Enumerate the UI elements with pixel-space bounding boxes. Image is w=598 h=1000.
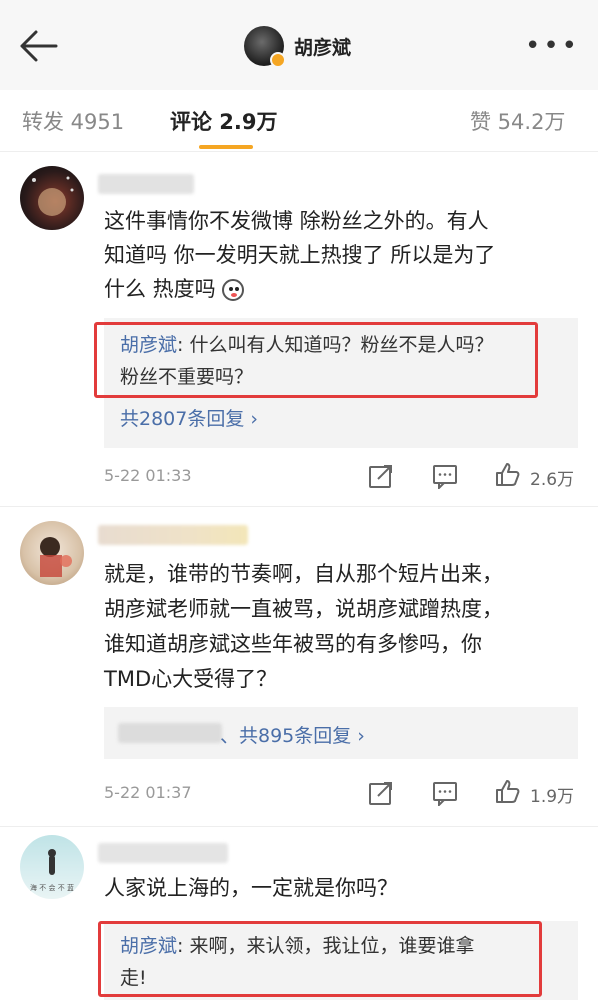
avatar[interactable] (20, 166, 84, 230)
comment-item: 海 不 会 不 蓝 人家说上海的，一定就是你吗？ 胡彦斌: 来啊，来认领，我让位… (0, 827, 598, 1000)
highlight-box (98, 921, 542, 997)
tab-comments[interactable]: 评论 2.9万 (170, 106, 278, 136)
back-arrow-icon[interactable] (16, 26, 60, 66)
avatar-image-icon (40, 537, 72, 577)
comment-text: 人家说上海的，一定就是你吗？ (104, 876, 398, 900)
more-options-icon[interactable]: ••• (525, 33, 580, 59)
tab-likes[interactable]: 赞 54.2万 (470, 106, 565, 136)
like-icon[interactable] (494, 778, 520, 804)
avatar-image-icon (32, 176, 74, 216)
avatar[interactable] (244, 26, 286, 68)
username-blurred[interactable] (98, 174, 194, 194)
comment-item: 这件事情你不发微博 除粉丝之外的。有人 知道吗 你一发明天就上热搜了 所以是为了… (0, 152, 598, 512)
like-count: 1.9万 (530, 787, 575, 807)
view-replies-link[interactable]: 共2807条回复 › (120, 404, 258, 431)
page-title: 胡彦斌 (294, 36, 352, 59)
comment-text: 这件事情你不发微博 除粉丝之外的。有人 知道吗 你一发明天就上热搜了 所以是为了… (104, 209, 496, 301)
reply-user-blurred (118, 723, 222, 743)
avatar[interactable] (20, 521, 84, 585)
verified-badge-icon (270, 52, 286, 68)
highlight-box (94, 322, 538, 398)
comment-text: 就是，谁带的节奏啊，自从那个短片出来， 胡彦斌老师就一直被骂，说胡彦斌蹭热度， … (104, 562, 503, 691)
comment-item: 就是，谁带的节奏啊，自从那个短片出来， 胡彦斌老师就一直被骂，说胡彦斌蹭热度， … (0, 507, 598, 827)
tab-bar: 转发 4951 评论 2.9万 赞 54.2万 (0, 90, 598, 152)
tab-reposts[interactable]: 转发 4951 (22, 106, 124, 136)
comment-time: 5-22 01:33 (104, 466, 192, 485)
view-replies-link[interactable]: 、共895条回复 › (220, 721, 365, 748)
share-icon[interactable] (368, 463, 394, 489)
avatar[interactable]: 海 不 会 不 蓝 (20, 835, 84, 899)
reply-box[interactable]: 、共895条回复 › (104, 707, 578, 759)
comment-icon[interactable] (432, 780, 458, 806)
surprised-emoji-icon (222, 279, 245, 301)
username-blurred[interactable] (98, 525, 248, 545)
like-count: 2.6万 (530, 470, 575, 490)
comment-time: 5-22 01:37 (104, 783, 192, 802)
like-icon[interactable] (494, 461, 520, 487)
active-tab-indicator (199, 145, 253, 149)
avatar-caption: 海 不 会 不 蓝 (30, 884, 74, 892)
username-blurred[interactable] (98, 843, 228, 863)
share-icon[interactable] (368, 780, 394, 806)
comment-icon[interactable] (432, 463, 458, 489)
top-nav-bar: 胡彦斌 ••• (0, 0, 598, 90)
profile-header[interactable]: 胡彦斌 (244, 26, 352, 68)
